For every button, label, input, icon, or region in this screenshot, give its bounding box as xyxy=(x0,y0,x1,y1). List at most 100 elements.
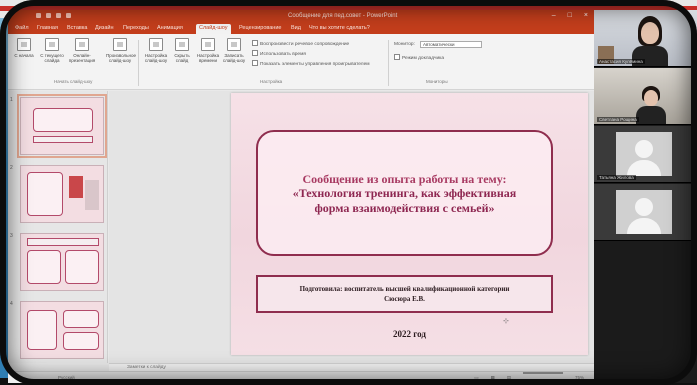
ribbon-separator xyxy=(138,40,139,86)
view-normal-icon[interactable]: ▭ xyxy=(474,372,478,383)
current-slide[interactable]: Сообщение из опыта работы на тему: «Техн… xyxy=(231,93,588,355)
mouse-cursor-icon: ⊹ xyxy=(503,318,509,325)
group-setup: Настройка xyxy=(260,79,283,84)
quick-access-toolbar[interactable] xyxy=(36,13,76,19)
from-beginning-button[interactable]: С начала xyxy=(10,38,38,76)
play-current-icon xyxy=(45,38,59,51)
show-media-controls-checkbox[interactable]: Показать элементы управления проигрывате… xyxy=(252,60,370,67)
tell-me-search[interactable]: Что вы хотите сделать? xyxy=(306,24,373,34)
thumb-number: 2 xyxy=(10,165,13,171)
slide-title-line-1: Сообщение из опыта работы на тему: xyxy=(302,172,507,186)
tab-file[interactable]: Файл xyxy=(12,24,32,34)
group-start-slideshow: Начать слайд-шоу xyxy=(54,79,93,84)
thumb-number: 1 xyxy=(10,97,13,103)
thumb-text-box xyxy=(27,250,61,284)
globe-icon xyxy=(75,38,89,51)
play-narrations-checkbox[interactable]: Воспроизвести речевое сопровождение xyxy=(252,40,349,47)
participant-face xyxy=(641,22,659,44)
record-slideshow-button[interactable]: Записать слайд-шоу xyxy=(220,38,248,76)
user-avatar-icon xyxy=(616,132,672,176)
ribbon-separator xyxy=(388,40,389,86)
thumb-image xyxy=(69,176,83,198)
view-reading-icon[interactable]: ▤ xyxy=(507,372,511,383)
status-bar: Русский ▭ ▦ ▤ 75% xyxy=(8,371,594,383)
tab-transitions[interactable]: Переходы xyxy=(120,24,152,34)
present-online-button[interactable]: Онлайн-презентация xyxy=(68,38,96,76)
slide-title-line-2: «Технология тренинга, как эффективная xyxy=(292,186,517,200)
zoom-slider[interactable] xyxy=(522,372,563,374)
participant-name: Анастасия Кулёмина xyxy=(597,59,645,64)
minimize-icon[interactable]: – xyxy=(552,10,556,22)
thumb-title-box xyxy=(33,108,93,132)
participant-body xyxy=(636,106,666,124)
participant-video[interactable]: Светлана Рощина xyxy=(594,68,697,125)
slide-year: 2022 год xyxy=(393,329,426,339)
thumb-heading xyxy=(27,238,99,246)
presenter-view-checkbox[interactable]: Режим докладчика xyxy=(394,54,444,61)
ribbon-tabs: Файл Главная Вставка Дизайн Переходы Ани… xyxy=(8,22,594,34)
slide-thumbnail-2[interactable] xyxy=(20,165,104,223)
thumb-text-box xyxy=(65,250,99,284)
setup-slideshow-button[interactable]: Настройка слайд-шоу xyxy=(142,38,170,76)
monitor-label: Монитор: xyxy=(394,42,415,47)
thumb-text-box xyxy=(27,172,63,216)
tab-animations[interactable]: Анимация xyxy=(154,24,186,34)
group-monitors: Мониторы xyxy=(426,79,448,84)
use-timings-checkbox[interactable]: Использовать время xyxy=(252,50,306,57)
notes-pane[interactable]: Заметки к слайду xyxy=(109,363,594,371)
participant-avatar-tile[interactable]: Татьяна Жилова xyxy=(594,126,697,183)
timer-icon xyxy=(201,38,215,51)
tab-view[interactable]: Вид xyxy=(288,24,304,34)
custom-show-icon xyxy=(113,38,127,51)
tab-slideshow[interactable]: Слайд-шоу xyxy=(196,24,231,34)
slide-subtitle-line-1: Подготовила: воспитатель высшей квалифик… xyxy=(299,285,510,293)
thumb-text-box xyxy=(63,332,99,350)
window-controls[interactable]: – □ × xyxy=(552,10,588,22)
participant-video[interactable]: Анастасия Кулёмина xyxy=(594,10,697,67)
hide-slide-icon xyxy=(175,38,189,51)
slide-editor: Сообщение из опыта работы на тему: «Техн… xyxy=(109,91,594,363)
tab-home[interactable]: Главная xyxy=(34,24,61,34)
maximize-icon[interactable]: □ xyxy=(568,10,572,22)
hide-slide-button[interactable]: Скрыть слайд xyxy=(168,38,196,76)
title-bar: Сообщение для пед.совет - PowerPoint – □… xyxy=(8,10,594,22)
video-participants-panel: Анастасия Кулёмина Светлана Рощина Татья… xyxy=(594,10,697,383)
zoom-level[interactable]: 75% xyxy=(575,372,584,383)
slide-title-box[interactable]: Сообщение из опыта работы на тему: «Техн… xyxy=(256,130,553,256)
tab-insert[interactable]: Вставка xyxy=(64,24,90,34)
status-right: ▭ ▦ ▤ 75% xyxy=(474,372,584,383)
slide-subtitle-box[interactable]: Подготовила: воспитатель высшей квалифик… xyxy=(256,275,553,313)
thumb-subtitle-box xyxy=(33,136,93,143)
slide-thumbnails-pane: 1 2 3 4 xyxy=(8,91,108,363)
slide-thumbnail-4[interactable] xyxy=(20,301,104,359)
close-icon[interactable]: × xyxy=(584,10,588,22)
participant-avatar-tile[interactable] xyxy=(594,184,697,241)
tab-review[interactable]: Рецензирование xyxy=(236,24,284,34)
monitor-frame: Сообщение для пед.совет - PowerPoint – □… xyxy=(0,0,697,385)
thumb-number: 4 xyxy=(10,301,13,307)
window-title: Сообщение для пед.совет - PowerPoint xyxy=(288,13,398,19)
powerpoint-window: Сообщение для пед.совет - PowerPoint – □… xyxy=(8,10,594,383)
participant-name: Татьяна Жилова xyxy=(597,175,636,180)
thumb-image xyxy=(85,180,99,210)
setup-icon xyxy=(149,38,163,51)
thumb-number: 3 xyxy=(10,233,13,239)
language-indicator: Русский xyxy=(58,375,75,380)
user-avatar-icon xyxy=(616,190,672,234)
slide-subtitle-line-2: Сюсюра Е.В. xyxy=(384,295,425,303)
slide-title-line-3: форма взаимодействия с семьей» xyxy=(314,201,495,215)
play-icon xyxy=(17,38,31,51)
thumb-text-box xyxy=(27,310,57,350)
record-icon xyxy=(227,38,241,51)
participant-name: Светлана Рощина xyxy=(597,117,639,122)
from-current-slide-button[interactable]: С текущего слайда xyxy=(38,38,66,76)
rehearse-timings-button[interactable]: Настройка времени xyxy=(194,38,222,76)
thumb-text-box xyxy=(63,310,99,328)
slide-thumbnail-1[interactable] xyxy=(17,94,107,158)
participant-face xyxy=(644,90,658,106)
slide-thumbnail-3[interactable] xyxy=(20,233,104,291)
view-sorter-icon[interactable]: ▦ xyxy=(490,372,494,383)
tab-design[interactable]: Дизайн xyxy=(92,24,117,34)
custom-slideshow-button[interactable]: Произвольное слайд-шоу xyxy=(106,38,136,76)
monitor-select[interactable]: Автоматически xyxy=(420,41,482,48)
